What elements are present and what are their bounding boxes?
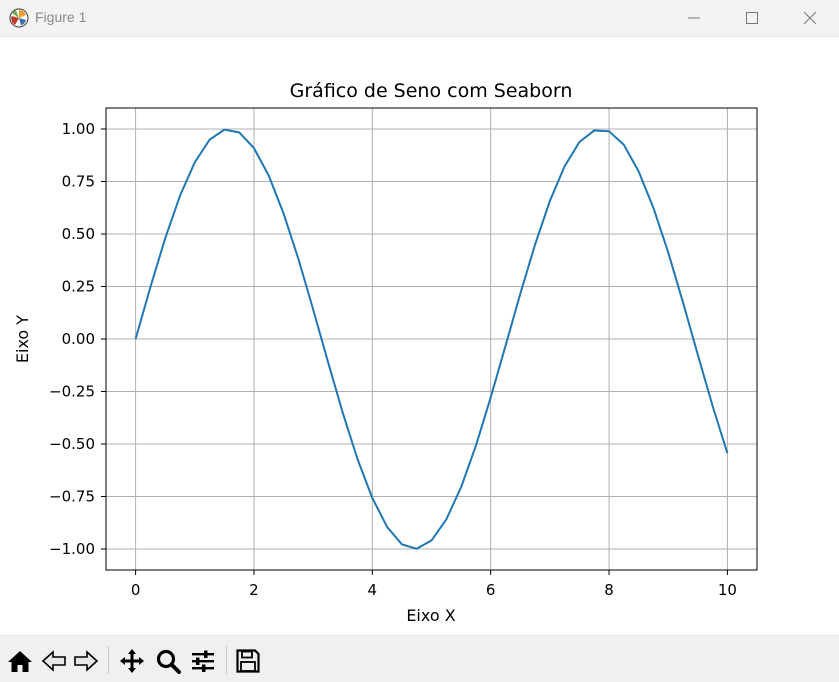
y-tick-label: 0.25 xyxy=(62,278,95,296)
close-button[interactable] xyxy=(781,0,839,36)
configure-subplots-button[interactable] xyxy=(188,646,218,676)
window-title: Figure 1 xyxy=(35,9,87,25)
configure-subplots-icon xyxy=(192,650,214,672)
home-icon xyxy=(8,651,32,672)
y-axis-label: Eixo Y xyxy=(13,315,32,363)
forward-icon xyxy=(74,650,99,672)
y-tick-label: −1.00 xyxy=(49,540,95,558)
zoom-button[interactable] xyxy=(153,646,183,676)
minimize-icon xyxy=(688,17,700,19)
zoom-icon xyxy=(156,649,181,674)
y-tick-label: −0.75 xyxy=(49,488,95,506)
x-tick-label: 0 xyxy=(131,581,141,599)
x-tick-label: 6 xyxy=(486,581,496,599)
forward-button[interactable] xyxy=(71,646,101,676)
y-tick-label: 0.50 xyxy=(62,225,95,243)
x-tick-label: 8 xyxy=(604,581,614,599)
x-tick-label: 4 xyxy=(368,581,378,599)
y-tick-label: 1.00 xyxy=(62,120,95,138)
home-button[interactable] xyxy=(5,646,35,676)
save-button[interactable] xyxy=(233,646,263,676)
toolbar-separator xyxy=(108,646,109,674)
back-icon xyxy=(41,650,66,672)
sine-chart: Gráfico de Seno com Seaborn Eixo X Eixo … xyxy=(13,80,758,625)
save-icon xyxy=(236,649,260,673)
y-tick-label: 0.00 xyxy=(62,330,95,348)
toolbar-separator xyxy=(226,646,227,674)
navigation-toolbar xyxy=(0,635,839,682)
chart-title: Gráfico de Seno com Seaborn xyxy=(290,80,573,102)
back-button[interactable] xyxy=(39,646,69,676)
maximize-icon xyxy=(746,12,758,24)
y-tick-label: −0.50 xyxy=(49,435,95,453)
matplotlib-icon xyxy=(9,8,29,28)
pan-button[interactable] xyxy=(117,646,147,676)
y-tick-label: 0.75 xyxy=(62,173,95,191)
window-titlebar: Figure 1 xyxy=(0,0,839,37)
x-tick-label: 10 xyxy=(718,581,737,599)
close-icon xyxy=(803,11,817,25)
pan-icon xyxy=(120,649,144,673)
minimize-button[interactable] xyxy=(665,0,723,36)
figure-canvas[interactable]: Gráfico de Seno com Seaborn Eixo X Eixo … xyxy=(0,37,839,635)
y-tick-label: −0.25 xyxy=(49,383,95,401)
maximize-button[interactable] xyxy=(723,0,781,36)
x-axis-label: Eixo X xyxy=(406,606,455,625)
x-tick-label: 2 xyxy=(249,581,259,599)
